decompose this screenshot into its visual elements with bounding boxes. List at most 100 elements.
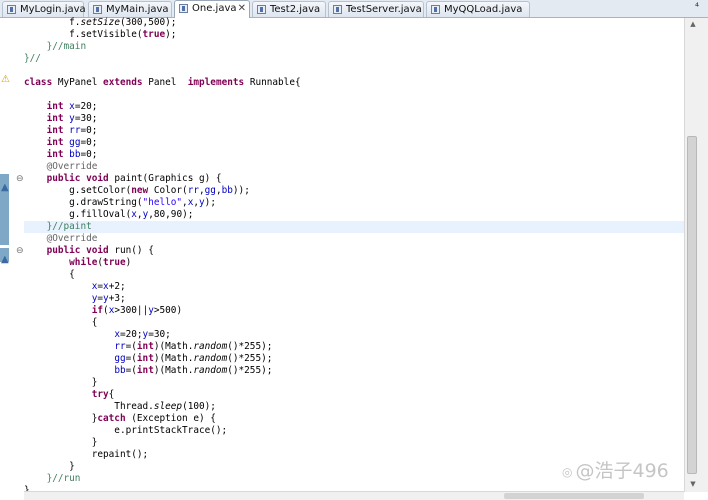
code-line[interactable]: {: [24, 317, 98, 329]
code-line[interactable]: rr=(int)(Math.random()*255);: [24, 341, 272, 353]
java-file-icon: [93, 5, 102, 14]
code-token: rr: [187, 185, 199, 196]
code-token: int: [46, 149, 64, 160]
code-line[interactable]: g.fillOval(x,y,80,90);: [24, 209, 193, 221]
code-token: @Override: [24, 233, 98, 244]
code-token: =20;: [74, 101, 98, 112]
code-line[interactable]: if(x>300||y>500): [24, 305, 182, 317]
code-line[interactable]: }: [24, 461, 75, 473]
vertical-scrollbar[interactable]: ▲ ▼: [684, 18, 708, 492]
tab-list-menu-icon[interactable]: ⁴: [690, 1, 704, 15]
code-token: =0;: [80, 149, 98, 160]
code-line[interactable]: int bb=0;: [24, 149, 98, 161]
code-token: void: [86, 173, 109, 184]
code-token: =(: [125, 341, 137, 352]
code-line[interactable]: g.setColor(new Color(rr,gg,bb));: [24, 185, 250, 197]
code-token: >500): [153, 305, 183, 316]
code-line[interactable]: }//: [24, 53, 41, 65]
code-line[interactable]: x=20;y=30;: [24, 329, 170, 341]
code-token: int: [136, 353, 154, 364]
code-line[interactable]: }: [24, 437, 98, 449]
code-token: g.drawString(: [24, 197, 143, 208]
code-line[interactable]: int gg=0;: [24, 137, 98, 149]
code-line[interactable]: f.setSize(300,500);: [24, 17, 176, 29]
horizontal-scrollbar[interactable]: [24, 491, 684, 500]
code-line[interactable]: gg=(int)(Math.random()*255);: [24, 353, 272, 365]
code-token: g.setColor(: [24, 185, 132, 196]
code-line[interactable]: }catch (Exception e) {: [24, 413, 216, 425]
override-marker-icon: ▲: [1, 254, 9, 265]
code-token: }//paint: [24, 221, 92, 232]
code-line[interactable]: Thread.sleep(100);: [24, 401, 216, 413]
code-token: int: [46, 113, 64, 124]
code-line[interactable]: int y=30;: [24, 113, 98, 125]
warning-icon: ⚠: [1, 74, 10, 85]
code-token: int: [46, 125, 64, 136]
code-token: g.fillOval(: [24, 209, 132, 220]
fold-toggle-icon[interactable]: ⊖: [16, 174, 24, 184]
code-token: @Override: [24, 161, 98, 172]
close-icon[interactable]: ✕: [238, 1, 246, 16]
code-token: ()*255);: [227, 353, 273, 364]
code-line[interactable]: x=x+2;: [24, 281, 126, 293]
code-token: bb: [221, 185, 233, 196]
tab-testserver-java[interactable]: TestServer.java: [328, 1, 424, 17]
code-token: }: [24, 377, 98, 388]
code-line[interactable]: }: [24, 377, 98, 389]
tab-mylogin-java[interactable]: MyLogin.java: [2, 1, 86, 17]
scrollbar-thumb[interactable]: [504, 493, 644, 499]
code-token: int: [46, 137, 64, 148]
tab-label: MyMain.java: [106, 4, 169, 15]
code-token: catch: [97, 413, 126, 424]
code-token: rr: [69, 125, 81, 136]
code-line[interactable]: int x=20;: [24, 101, 98, 113]
code-editor[interactable]: f.setSize(300,500); f.setVisible(true); …: [24, 17, 684, 492]
code-line[interactable]: repaint();: [24, 449, 148, 461]
code-token: );: [165, 29, 177, 40]
tab-one-java[interactable]: One.java ✕: [174, 0, 250, 18]
code-token: Runnable{: [244, 77, 301, 88]
fold-toggle-icon[interactable]: ⊖: [16, 246, 24, 256]
code-line[interactable]: class MyPanel extends Panel implements R…: [24, 77, 301, 89]
code-line[interactable]: @Override: [24, 233, 98, 245]
code-token: }//run: [24, 473, 81, 484]
scroll-down-icon[interactable]: ▼: [688, 480, 698, 488]
code-line[interactable]: y=y+3;: [24, 293, 126, 305]
code-line[interactable]: e.printStackTrace();: [24, 425, 227, 437]
code-line[interactable]: try{: [24, 389, 115, 401]
code-line[interactable]: while(true): [24, 257, 131, 269]
code-token: =0;: [80, 125, 98, 136]
code-line[interactable]: {: [24, 269, 75, 281]
code-token: class: [24, 77, 53, 88]
code-token: (Exception e) {: [125, 413, 216, 424]
code-line[interactable]: g.drawString("hello",x,y);: [24, 197, 216, 209]
code-token: Color(: [148, 185, 188, 196]
code-token: Thread.: [24, 401, 154, 412]
code-line[interactable]: }//run: [24, 473, 81, 485]
code-token: gg: [114, 353, 126, 364]
watermark-text: @浩子496: [575, 460, 669, 482]
code-token: ): [125, 257, 132, 268]
code-line[interactable]: }//paint: [24, 221, 684, 233]
scroll-up-icon[interactable]: ▲: [688, 20, 698, 28]
tab-myqqload-java[interactable]: MyQQLoad.java: [426, 1, 530, 17]
code-token: =0;: [80, 137, 98, 148]
java-file-icon: [257, 5, 266, 14]
code-token: extends: [103, 77, 143, 88]
code-line[interactable]: public void run() {: [24, 245, 154, 257]
code-line[interactable]: }//main: [24, 41, 87, 53]
code-line[interactable]: @Override: [24, 161, 98, 173]
tab-test2-java[interactable]: Test2.java: [252, 1, 326, 17]
code-line[interactable]: f.setVisible(true);: [24, 29, 176, 41]
code-line[interactable]: bb=(int)(Math.random()*255);: [24, 365, 272, 377]
code-line[interactable]: public void paint(Graphics g) {: [24, 173, 222, 185]
code-token: )(Math.: [153, 353, 194, 364]
code-token: "hello": [142, 197, 183, 208]
code-line[interactable]: int rr=0;: [24, 125, 98, 137]
scrollbar-thumb[interactable]: [687, 136, 697, 474]
code-token: paint(Graphics g) {: [108, 173, 222, 184]
code-token: );: [204, 197, 216, 208]
tab-mymain-java[interactable]: MyMain.java: [88, 1, 172, 17]
